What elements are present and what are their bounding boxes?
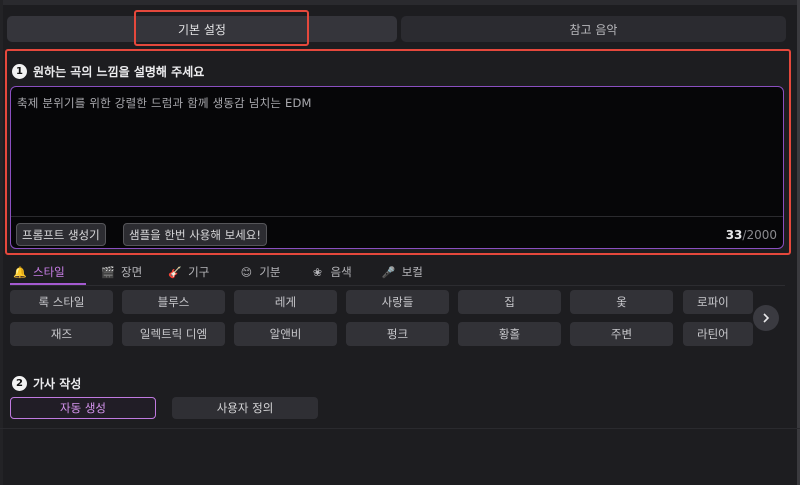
next-chips-button[interactable] bbox=[753, 305, 779, 331]
character-max: /2000 bbox=[742, 228, 777, 242]
style-chip[interactable]: 록 스타일 bbox=[10, 290, 113, 314]
tab-instrument-label: 기구 bbox=[188, 265, 210, 279]
prompt-textarea[interactable]: 축제 분위기를 위한 강렬한 드럼과 함께 생동감 넘치는 EDM 프롬프트 생… bbox=[10, 86, 784, 249]
category-tabs: 🔔 스타일 🎬 장면 🎸 기구 😊 기분 ❀ 음색 🎤 보컬 bbox=[10, 261, 426, 283]
style-chip[interactable]: 알앤비 bbox=[234, 322, 337, 346]
character-count: 33 bbox=[725, 228, 743, 242]
character-counter: 33/2000 bbox=[726, 228, 777, 242]
tab-vocal[interactable]: 🎤 보컬 bbox=[379, 261, 426, 283]
tab-mood[interactable]: 😊 기분 bbox=[236, 261, 283, 283]
step-number-badge: 1 bbox=[12, 64, 27, 79]
style-chip[interactable]: 집 bbox=[458, 290, 561, 314]
prompt-divider bbox=[11, 216, 783, 217]
prompt-section-label: 원하는 곡의 느낌을 설명해 주세요 bbox=[33, 65, 205, 79]
style-chip[interactable]: 주변 bbox=[570, 322, 673, 346]
prompt-generator-button[interactable]: 프롬프트 생성기 bbox=[16, 223, 106, 246]
try-sample-button[interactable]: 샘플을 한번 사용해 보세요! bbox=[123, 223, 267, 246]
tab-instrument[interactable]: 🎸 기구 bbox=[165, 261, 212, 283]
prompt-text[interactable]: 축제 분위기를 위한 강렬한 드럼과 함께 생동감 넘치는 EDM bbox=[17, 95, 312, 111]
guitar-icon: 🎸 bbox=[168, 265, 183, 279]
flower-icon: ❀ bbox=[312, 265, 323, 279]
tab-reference-music[interactable]: 참고 음악 bbox=[401, 16, 786, 42]
style-chip[interactable]: 레게 bbox=[234, 290, 337, 314]
prompt-section-title: 1 원하는 곡의 느낌을 설명해 주세요 bbox=[12, 63, 204, 80]
tab-vocal-label: 보컬 bbox=[401, 265, 423, 279]
custom-lyrics-button[interactable]: 사용자 정의 bbox=[172, 397, 318, 419]
style-chip[interactable]: 사랑들 bbox=[346, 290, 449, 314]
lyrics-section-title: 2 가사 작성 bbox=[12, 375, 81, 392]
mode-tabbar: 기본 설정 참고 음악 bbox=[7, 14, 786, 44]
chevron-right-icon bbox=[763, 313, 770, 323]
lyrics-section-label: 가사 작성 bbox=[33, 377, 82, 391]
style-chip[interactable]: 일렉트릭 디엠 bbox=[122, 322, 225, 346]
style-chip[interactable]: 로파이 bbox=[683, 290, 753, 314]
bottom-divider bbox=[0, 428, 800, 429]
left-border bbox=[0, 0, 3, 485]
microphone-icon: 🎤 bbox=[381, 265, 396, 279]
style-chip[interactable]: 펑크 bbox=[346, 322, 449, 346]
style-chip[interactable]: 옻 bbox=[570, 290, 673, 314]
tab-scene-label: 장면 bbox=[121, 265, 143, 279]
category-divider bbox=[10, 285, 785, 286]
clapperboard-icon: 🎬 bbox=[101, 265, 115, 279]
tab-basic-settings[interactable]: 기본 설정 bbox=[7, 16, 397, 42]
tab-scene[interactable]: 🎬 장면 bbox=[98, 261, 145, 283]
bell-icon: 🔔 bbox=[13, 265, 27, 279]
step-number-badge: 2 bbox=[12, 376, 27, 391]
tab-style[interactable]: 🔔 스타일 bbox=[10, 261, 86, 283]
style-chip[interactable]: 라틴어 bbox=[683, 322, 753, 346]
tab-timbre-label: 음색 bbox=[330, 265, 352, 279]
tab-style-label: 스타일 bbox=[33, 265, 65, 279]
tab-mood-label: 기분 bbox=[259, 265, 281, 279]
smiley-icon: 😊 bbox=[240, 265, 253, 279]
style-chip[interactable]: 황홀 bbox=[458, 322, 561, 346]
active-tab-underline bbox=[10, 283, 86, 285]
style-chip[interactable]: 재즈 bbox=[10, 322, 113, 346]
tab-timbre[interactable]: ❀ 음색 bbox=[308, 261, 355, 283]
top-border bbox=[0, 0, 800, 5]
style-chip[interactable]: 블루스 bbox=[122, 290, 225, 314]
auto-generate-button[interactable]: 자동 생성 bbox=[10, 397, 156, 419]
